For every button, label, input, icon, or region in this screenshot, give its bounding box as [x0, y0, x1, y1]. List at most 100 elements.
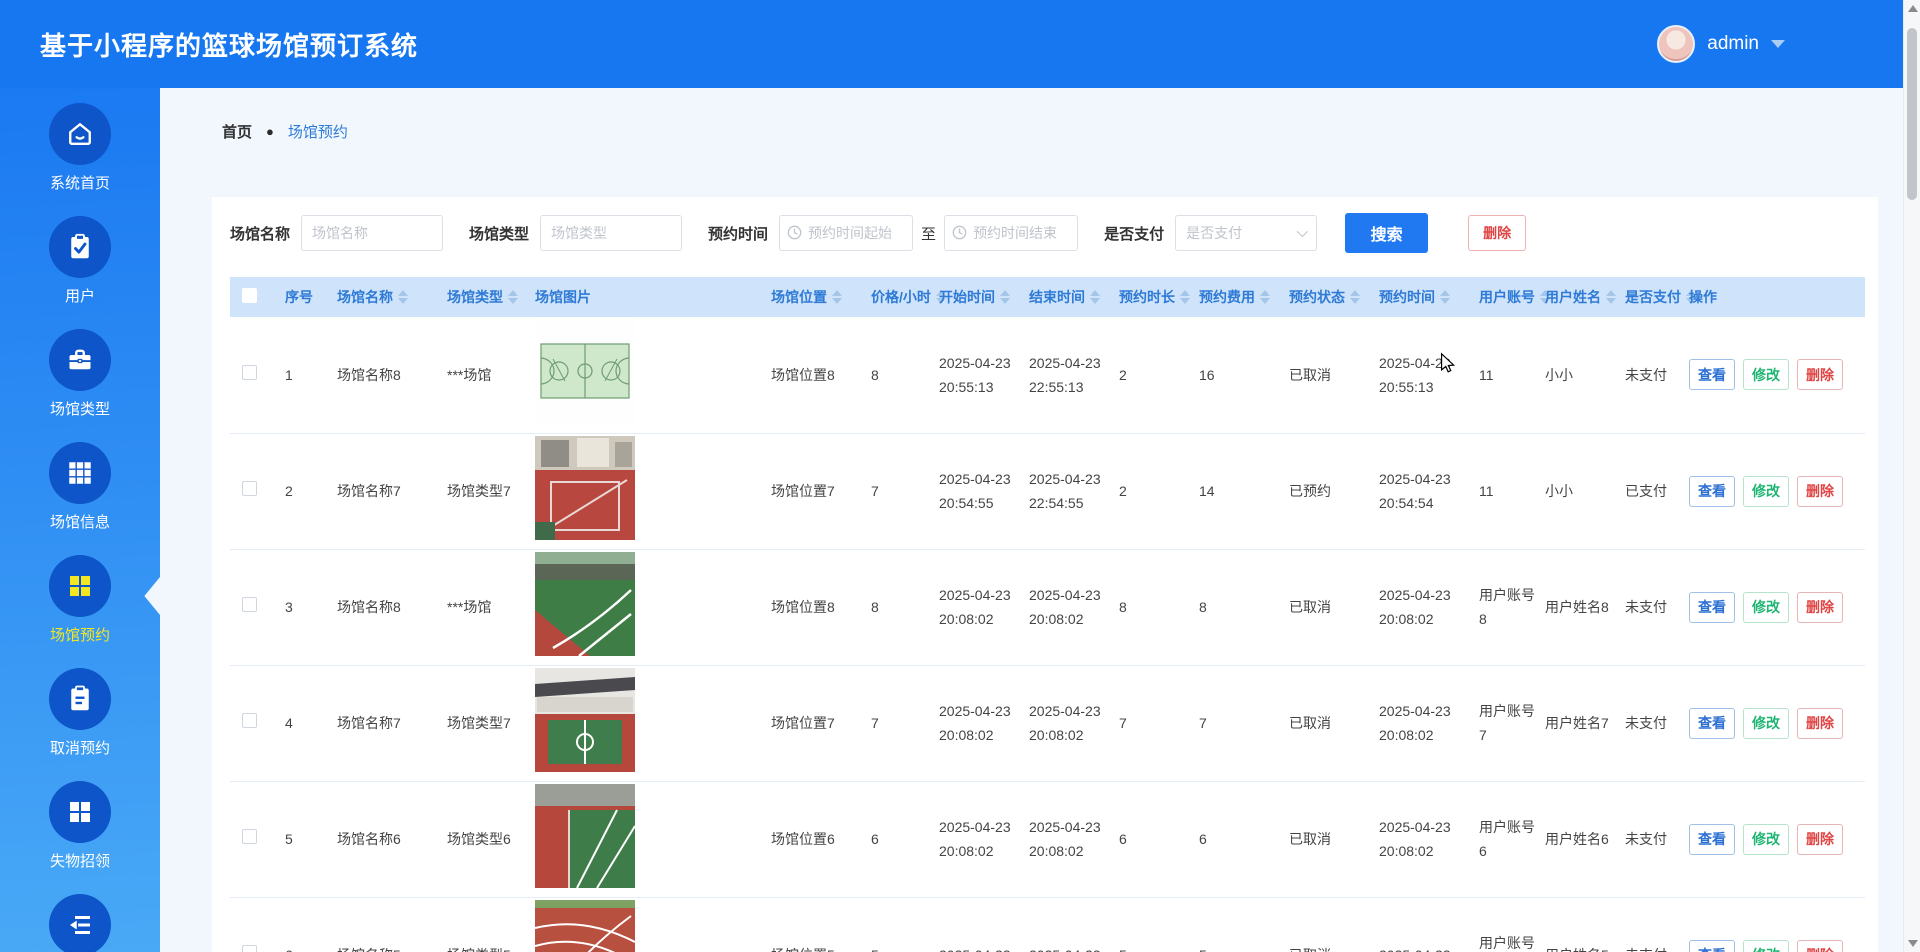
cell-fee: 7: [1199, 715, 1207, 731]
main-content: 首页 ● 场馆预约 场馆名称 场馆类型 预约时间: [160, 88, 1903, 952]
view-button[interactable]: 查看: [1689, 940, 1735, 952]
venue-type-input[interactable]: [540, 215, 682, 251]
cell-username: 用户姓名6: [1545, 831, 1609, 847]
bulk-delete-button[interactable]: 删除: [1468, 215, 1526, 251]
edit-button[interactable]: 修改: [1743, 824, 1789, 855]
sort-caret-icon[interactable]: [1260, 290, 1270, 304]
sidebar-item-venue-type[interactable]: 场馆类型: [0, 329, 160, 421]
sidebar-item-home[interactable]: 系统首页: [0, 103, 160, 195]
venue-name-input[interactable]: [301, 215, 443, 251]
row-checkbox[interactable]: [242, 713, 257, 728]
delete-row-button[interactable]: 删除: [1797, 824, 1843, 855]
cell-paid: 未支付: [1625, 599, 1667, 615]
sidebar-item-cancel-booking[interactable]: 取消预约: [0, 668, 160, 760]
row-checkbox[interactable]: [242, 945, 257, 952]
column-header-seq: 序号: [276, 277, 328, 317]
sort-caret-icon[interactable]: [832, 290, 842, 304]
column-header-name[interactable]: 场馆名称: [328, 277, 438, 317]
delete-row-button[interactable]: 删除: [1797, 940, 1843, 952]
view-button[interactable]: 查看: [1689, 592, 1735, 623]
column-header-paid[interactable]: 是否支付: [1616, 277, 1680, 317]
is-paid-select[interactable]: 是否支付: [1175, 215, 1317, 251]
cell-price: 5: [871, 947, 879, 952]
sidebar-item-users[interactable]: 用户: [0, 216, 160, 308]
cell-start: 2025-04-23: [939, 947, 1011, 952]
sort-caret-icon[interactable]: [1000, 290, 1010, 304]
cell-end: 2025-04-23 22:55:13: [1029, 355, 1101, 395]
cell-duration: 6: [1119, 831, 1127, 847]
column-header-end[interactable]: 结束时间: [1020, 277, 1110, 317]
scroll-down-arrow-icon[interactable]: [1908, 940, 1918, 947]
row-checkbox[interactable]: [242, 481, 257, 496]
sort-caret-icon[interactable]: [1606, 290, 1616, 304]
avatar[interactable]: [1657, 25, 1695, 63]
cell-name: 场馆名称7: [337, 715, 401, 731]
sort-caret-icon[interactable]: [1440, 290, 1450, 304]
row-checkbox[interactable]: [242, 597, 257, 612]
cell-booked: 2025-04-23 20:08:02: [1379, 819, 1451, 859]
table-row: 3场馆名称8***场馆场馆位置882025-04-23 20:08:022025…: [230, 549, 1865, 665]
cell-start: 2025-04-23 20:08:02: [939, 703, 1011, 743]
cell-fee: 6: [1199, 831, 1207, 847]
sidebar-item-venue-booking[interactable]: 场馆预约: [0, 555, 160, 647]
select-all-checkbox[interactable]: [242, 288, 257, 303]
delete-row-button[interactable]: 删除: [1797, 708, 1843, 739]
booking-start-field: [779, 215, 913, 251]
column-header-price[interactable]: 价格/小时: [862, 277, 930, 317]
row-checkbox[interactable]: [242, 829, 257, 844]
edit-button[interactable]: 修改: [1743, 592, 1789, 623]
cell-name: 场馆名称5: [337, 947, 401, 952]
cell-end: 2025-04-23 22:54:55: [1029, 471, 1101, 511]
cell-status: 已取消: [1289, 947, 1331, 952]
scrollbar-thumb[interactable]: [1907, 28, 1917, 200]
cell-username: 小小: [1545, 483, 1573, 499]
page: 基于小程序的篮球场馆预订系统 admin 系统首页用户场馆类型场馆信息场馆预约取…: [0, 0, 1920, 952]
sort-caret-icon[interactable]: [1180, 290, 1190, 304]
view-button[interactable]: 查看: [1689, 476, 1735, 507]
edit-button[interactable]: 修改: [1743, 359, 1789, 390]
venue-name-label: 场馆名称: [230, 223, 290, 244]
breadcrumb-home[interactable]: 首页: [222, 121, 252, 142]
breadcrumb-current[interactable]: 场馆预约: [288, 121, 348, 142]
delete-row-button[interactable]: 删除: [1797, 476, 1843, 507]
edit-button[interactable]: 修改: [1743, 940, 1789, 952]
delete-row-button[interactable]: 删除: [1797, 359, 1843, 390]
delete-row-button[interactable]: 删除: [1797, 592, 1843, 623]
sidebar-item-lost-found[interactable]: 失物招领: [0, 781, 160, 873]
cell-username: 用户姓名8: [1545, 599, 1609, 615]
sort-caret-icon[interactable]: [1090, 290, 1100, 304]
column-header-location[interactable]: 场馆位置: [762, 277, 862, 317]
bookings-table: 序号场馆名称场馆类型场馆图片场馆位置价格/小时开始时间结束时间预约时长预约费用预…: [230, 277, 1865, 952]
column-header-start[interactable]: 开始时间: [930, 277, 1020, 317]
sidebar-item-more[interactable]: [0, 894, 160, 952]
column-header-booked[interactable]: 预约时间: [1370, 277, 1470, 317]
row-checkbox[interactable]: [242, 365, 257, 380]
edit-button[interactable]: 修改: [1743, 708, 1789, 739]
sort-caret-icon[interactable]: [508, 290, 518, 304]
cell-fee: 8: [1199, 599, 1207, 615]
table-row: 6场馆名称5场馆类型5场馆位置552025-04-232025-04-2355已…: [230, 897, 1865, 952]
view-button[interactable]: 查看: [1689, 824, 1735, 855]
user-menu[interactable]: admin: [1657, 25, 1785, 63]
column-header-fee[interactable]: 预约费用: [1190, 277, 1280, 317]
scrollbar[interactable]: [1903, 0, 1920, 952]
view-button[interactable]: 查看: [1689, 359, 1735, 390]
table-header-row: 序号场馆名称场馆类型场馆图片场馆位置价格/小时开始时间结束时间预约时长预约费用预…: [230, 277, 1865, 317]
search-button[interactable]: 搜索: [1345, 213, 1428, 253]
column-header-account[interactable]: 用户账号: [1470, 277, 1536, 317]
sidebar-item-venue-info[interactable]: 场馆信息: [0, 442, 160, 534]
chevron-down-icon: [1771, 40, 1785, 48]
venue-image-courtyard-court: [535, 668, 635, 772]
booking-end-field: [944, 215, 1078, 251]
column-header-duration[interactable]: 预约时长: [1110, 277, 1190, 317]
view-button[interactable]: 查看: [1689, 708, 1735, 739]
sort-caret-icon[interactable]: [398, 290, 408, 304]
cell-price: 7: [871, 483, 879, 499]
column-header-username[interactable]: 用户姓名: [1536, 277, 1616, 317]
column-header-status[interactable]: 预约状态: [1280, 277, 1370, 317]
column-header-type[interactable]: 场馆类型: [438, 277, 526, 317]
sort-caret-icon[interactable]: [1350, 290, 1360, 304]
edit-button[interactable]: 修改: [1743, 476, 1789, 507]
scroll-up-arrow-icon[interactable]: [1908, 5, 1918, 12]
cell-account: 用户账号8: [1479, 587, 1535, 627]
